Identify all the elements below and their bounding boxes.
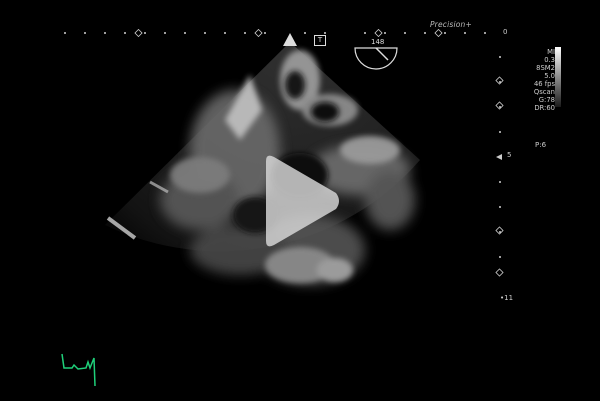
param-line: 8SM2 [536, 64, 555, 72]
param-line: 5.0 [544, 72, 555, 80]
param-line: Qscan [533, 88, 555, 96]
param-line: G:78 [538, 96, 555, 104]
lateral-scale [64, 29, 486, 37]
transducer-marker: T [314, 35, 326, 46]
p-label: P:6 [535, 141, 547, 149]
param-line: 0.3 [544, 56, 555, 64]
depth-top-label: 0 [503, 28, 508, 36]
play-button[interactable] [258, 153, 342, 249]
ultrasound-viewport: Precision+ 0 5 •11 T 148 MI 0.3 8SM2 5.0… [0, 0, 600, 401]
brand-label: Precision+ [429, 20, 472, 29]
param-line: 46 fps [533, 80, 555, 88]
depth-bottom-label: •11 [500, 294, 514, 302]
imaging-parameters: MI 0.3 8SM2 5.0 46 fps Qscan G:78 DR:60 [515, 48, 555, 112]
param-line: MI [547, 48, 555, 56]
param-line: DR:60 [534, 104, 555, 112]
angle-label: 148 [371, 38, 385, 46]
depth-mid-label: 5 [507, 151, 512, 159]
ecg-trace [61, 353, 96, 387]
grayscale-bar [555, 47, 561, 107]
